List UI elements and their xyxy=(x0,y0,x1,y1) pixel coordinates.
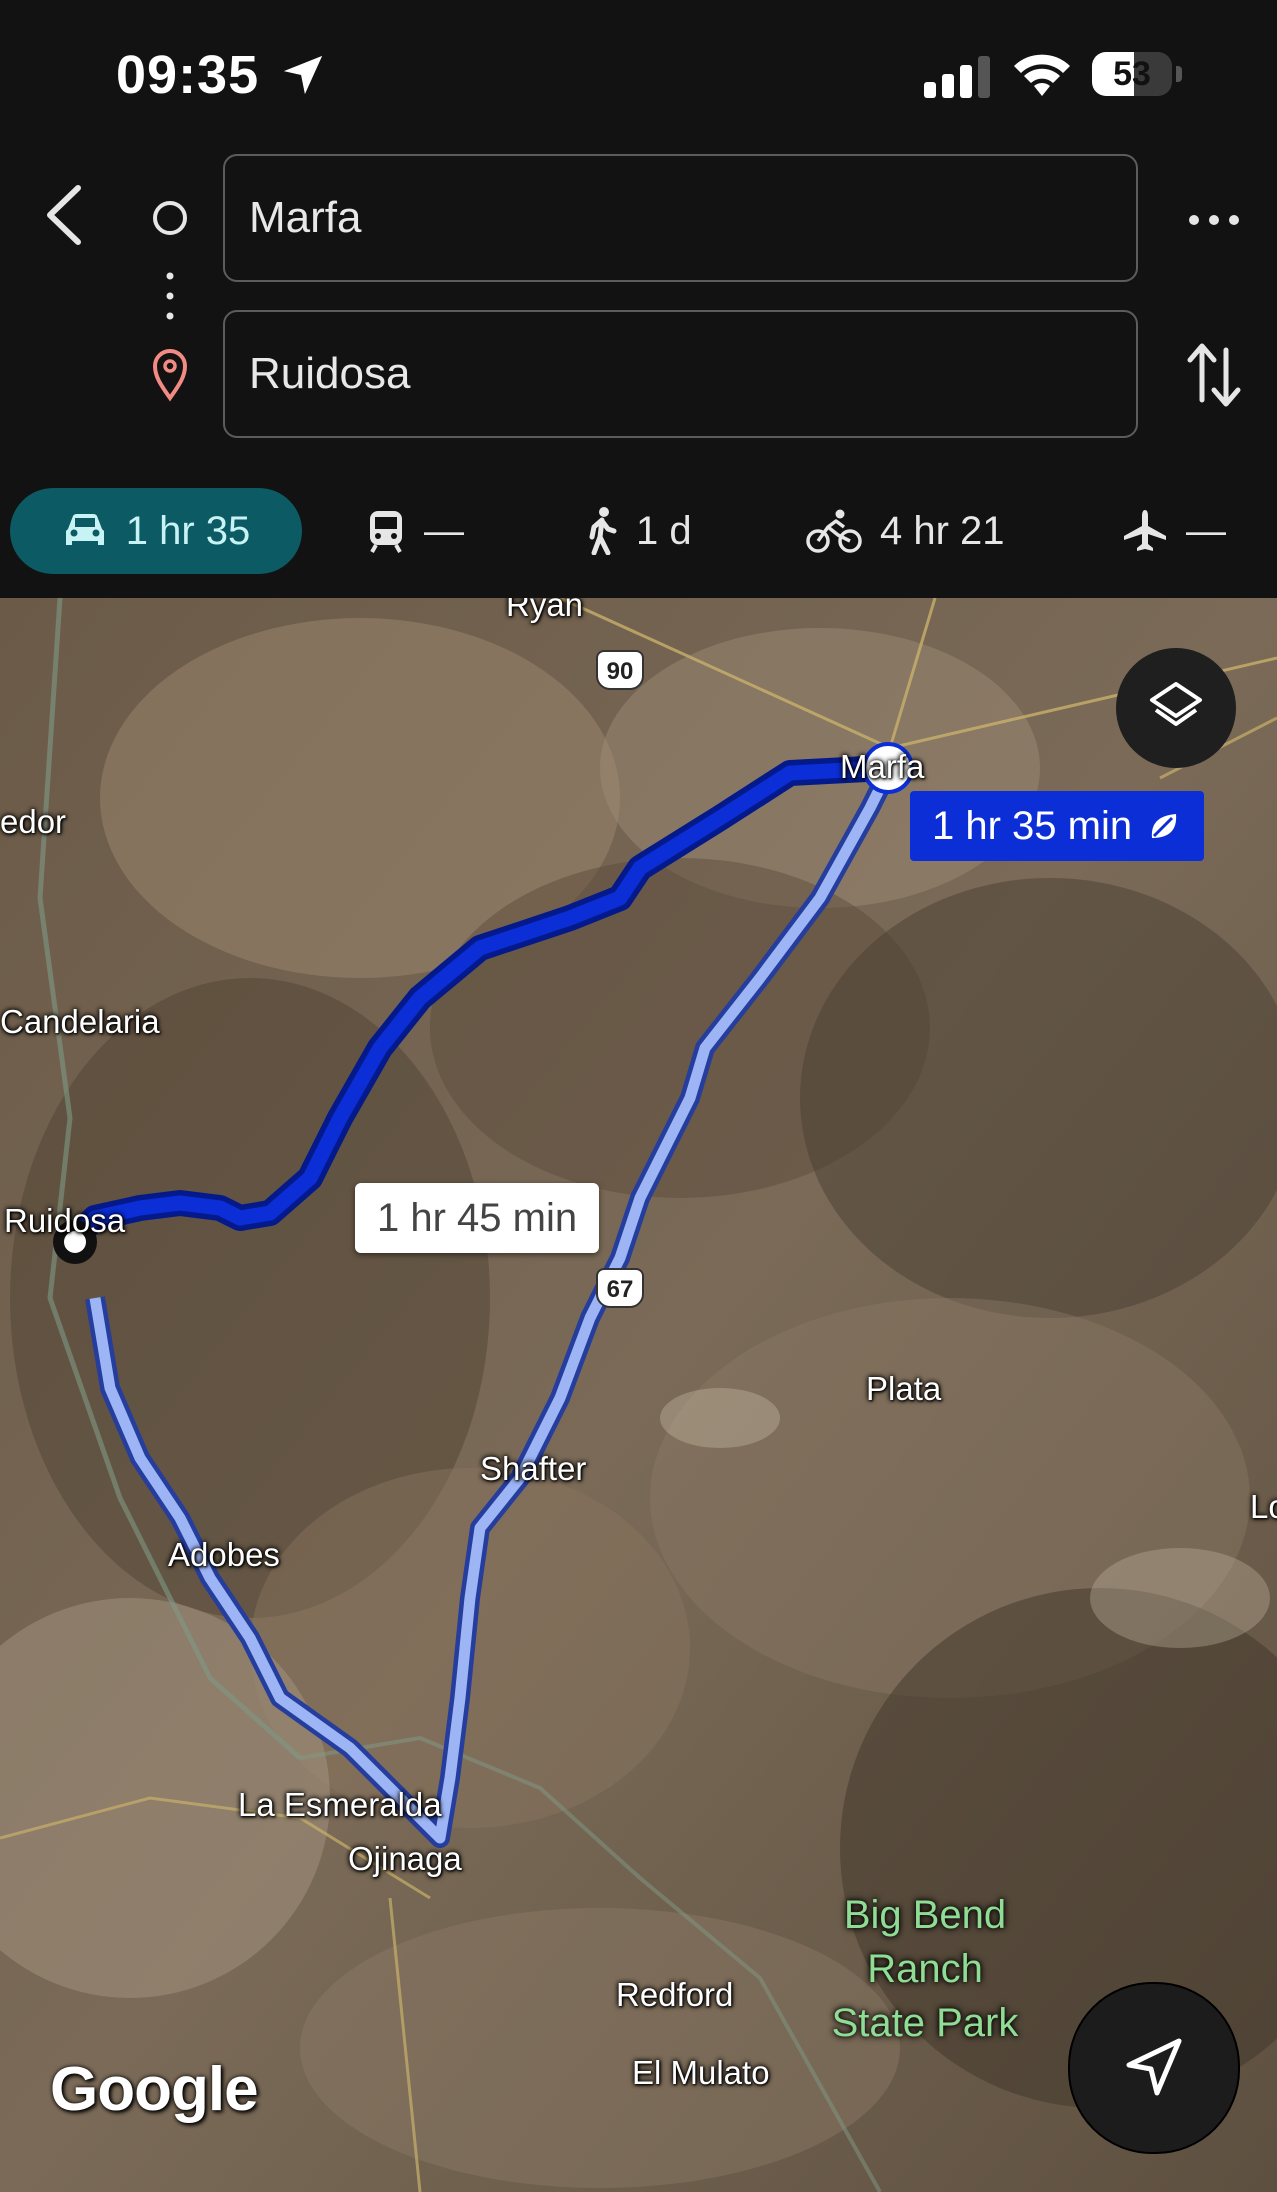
navigation-arrow-icon xyxy=(1126,2038,1182,2096)
walk-icon xyxy=(589,507,617,555)
main-route-time: 1 hr 35 min xyxy=(932,804,1133,848)
origin-input[interactable]: Marfa xyxy=(223,154,1138,282)
place-candelaria: Candelaria xyxy=(0,1003,160,1040)
more-options-icon[interactable] xyxy=(1184,200,1244,240)
place-marfa: Marfa xyxy=(840,748,925,785)
airplane-icon xyxy=(1124,510,1166,551)
park-big-bend-ranch: Big Bend Ranch State Park xyxy=(831,1893,1019,2045)
tab-transit[interactable]: — xyxy=(366,488,464,574)
tab-flight-label: — xyxy=(1186,508,1226,553)
bicycle-icon xyxy=(806,509,862,553)
place-redford: Redford xyxy=(616,1976,734,2013)
route-connector-icon xyxy=(152,201,188,402)
highway-67-shield: 67 xyxy=(596,1268,644,1308)
place-el-mulato: El Mulato xyxy=(632,2054,770,2091)
alternate-route-label[interactable]: 1 hr 45 min xyxy=(355,1183,600,1253)
place-adobes: Adobes xyxy=(168,1536,280,1573)
place-ruidosa: Ruidosa xyxy=(4,1202,126,1239)
layers-icon xyxy=(1150,682,1202,726)
tab-drive[interactable]: 1 hr 35 xyxy=(10,488,302,574)
satellite-map[interactable]: Ryan Marfa edor Candelaria Ruidosa Plata… xyxy=(0,598,1277,2192)
highway-90-shield: 90 xyxy=(596,650,644,690)
place-la-esmeralda: La Esmeralda xyxy=(238,1786,442,1823)
tab-walk[interactable]: 1 d xyxy=(584,488,692,574)
tab-bike-label: 4 hr 21 xyxy=(880,508,1005,553)
status-time: 09:35 xyxy=(116,45,260,105)
tab-flight[interactable]: — xyxy=(1122,488,1226,574)
main-route-label[interactable]: 1 hr 35 min xyxy=(910,791,1205,861)
place-ryan: Ryan xyxy=(506,598,584,623)
battery-percent: 53 xyxy=(1113,55,1151,93)
tab-bike[interactable]: 4 hr 21 xyxy=(806,488,1005,574)
eco-leaf-icon xyxy=(1151,814,1177,838)
wifi-icon xyxy=(1014,54,1070,96)
start-navigation-button[interactable] xyxy=(1068,1982,1240,2154)
swap-locations-icon[interactable] xyxy=(1186,340,1242,410)
destination-text: Ruidosa xyxy=(249,349,411,398)
status-bar: 09:35 53 xyxy=(0,0,1277,140)
battery-indicator: 53 xyxy=(1092,52,1184,98)
directions-header: 09:35 53 Marfa Ruidosa 1 hr 35 — 1 d 4 h… xyxy=(0,0,1277,598)
tab-transit-label: — xyxy=(424,508,464,553)
tab-walk-label: 1 d xyxy=(636,508,692,553)
cellular-signal-icon xyxy=(924,56,990,98)
google-logo: Google xyxy=(50,2055,259,2124)
place-redor: edor xyxy=(0,803,67,840)
train-icon xyxy=(370,511,402,553)
origin-text: Marfa xyxy=(249,193,362,242)
location-arrow-icon xyxy=(283,55,323,95)
place-shafter: Shafter xyxy=(480,1450,587,1487)
back-arrow-icon[interactable] xyxy=(40,180,90,250)
place-plata: Plata xyxy=(866,1370,942,1407)
place-lo: Lo xyxy=(1250,1488,1277,1525)
place-ojinaga: Ojinaga xyxy=(348,1840,462,1877)
map-layers-button[interactable] xyxy=(1116,648,1236,768)
travel-mode-tabs: 1 hr 35 — 1 d 4 hr 21 — xyxy=(0,488,1277,584)
destination-input[interactable]: Ruidosa xyxy=(223,310,1138,438)
tab-drive-label: 1 hr 35 xyxy=(125,508,251,553)
car-icon xyxy=(65,514,104,545)
